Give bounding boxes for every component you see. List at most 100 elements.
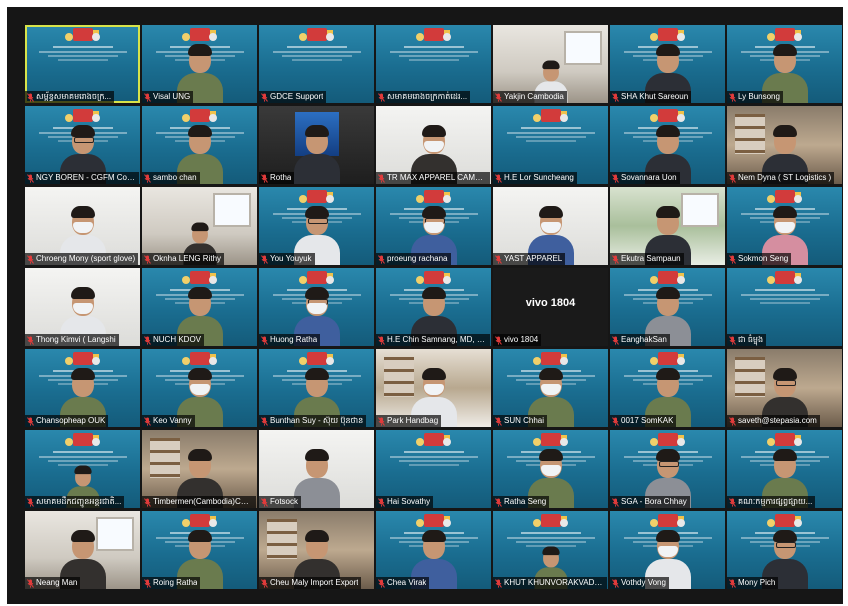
mic-muted-icon [612, 497, 619, 507]
participant-name-plate: KHUT KHUNVORAKVADH (G... [493, 577, 607, 589]
participant-tile[interactable]: H.E Lor Suncheang [493, 106, 608, 184]
participant-name-plate: Ekutra Sampaun [610, 253, 684, 265]
participant-tile[interactable]: Rotha [259, 106, 374, 184]
participant-tile[interactable]: Mony Pich [727, 511, 842, 589]
video-grid-window: សម្ព័ន្ធសមាគមរោងចក្រ... Visal UNG GDCE Sup… [7, 7, 843, 604]
participant-tile[interactable]: Timbermen(Cambodia)Co.,Ltd [142, 430, 257, 508]
participant-name-plate: សមាគមដឹកជញ្ជូនអន្តរជាតិ... [25, 496, 125, 508]
participant-tile[interactable]: Fotsock [259, 430, 374, 508]
participant-name: Vothdy Vong [621, 578, 666, 587]
participant-tile[interactable]: GDCE Support [259, 25, 374, 103]
participant-tile[interactable]: NGY BOREN - CGFM Co., Ltd [25, 106, 140, 184]
participant-tile[interactable]: Chroeng Mony (sport glove) [25, 187, 140, 265]
participant-name-plate: Ly Bunsong [727, 91, 783, 103]
participant-name-center: vivo 1804 [525, 297, 576, 309]
bookshelf [150, 438, 180, 478]
participant-tile[interactable]: KHUT KHUNVORAKVADH (G... [493, 511, 608, 589]
participant-tile[interactable]: vivo 1804 vivo 1804 [493, 268, 608, 346]
participant-name: Hai Sovathy [387, 497, 431, 506]
participant-tile[interactable]: Bunthan Suy - ស៊ុយ ប៊ុនថាន [259, 349, 374, 427]
participant-tile[interactable]: Sovannara Uon [610, 106, 725, 184]
participant-tile[interactable]: សមាគមដឹកជញ្ជូនអន្តរជាតិ... [25, 430, 140, 508]
mic-muted-icon [378, 92, 385, 102]
participant-tile[interactable]: SUN Chhai [493, 349, 608, 427]
bookshelf [384, 357, 414, 397]
participant-tile[interactable]: Vothdy Vong [610, 511, 725, 589]
participant-name-plate: Mony Pich [727, 577, 779, 589]
participant-tile[interactable]: Visal UNG [142, 25, 257, 103]
participant-name: KHUT KHUNVORAKVADH (G... [504, 578, 604, 587]
participant-name-plate: YAST APPAREL [493, 253, 566, 265]
mic-muted-icon [495, 92, 502, 102]
mic-muted-icon [378, 335, 385, 345]
participant-name: Ly Bunsong [738, 92, 780, 101]
participant-name-plate: H.E Lor Suncheang [493, 172, 577, 184]
participant-name: Rotha [270, 173, 292, 182]
participant-name: saveth@stepasia.com [738, 416, 817, 425]
participant-name-plate: Bunthan Suy - ស៊ុយ ប៊ុនថាន [259, 415, 367, 427]
participant-tile[interactable]: សម្ព័ន្ធសមាគមរោងចក្រ... [25, 25, 140, 103]
participant-name-plate: Neang Man [25, 577, 81, 589]
mic-muted-icon [261, 578, 268, 588]
participant-name: Chroeng Mony (sport glove) [36, 254, 136, 263]
participant-tile[interactable]: Ratha Seng [493, 430, 608, 508]
mic-muted-icon [612, 92, 619, 102]
participant-name-plate: Roing Ratha [142, 577, 201, 589]
bookshelf [735, 114, 765, 154]
mic-muted-icon [27, 335, 34, 345]
participant-tile[interactable]: Yakjin Cambodia [493, 25, 608, 103]
participant-tile[interactable]: Chansopheap OUK [25, 349, 140, 427]
participant-tile[interactable]: saveth@stepasia.com [727, 349, 842, 427]
participant-tile[interactable]: proeung rachana [376, 187, 491, 265]
participant-tile[interactable]: គណៈកម្មការផ្សព្វផ្សាយ... [727, 430, 842, 508]
participant-name: ជា ធំម្ចុង [738, 335, 764, 344]
participant-tile[interactable]: Chea Virak [376, 511, 491, 589]
participant-tile[interactable]: ជា ធំម្ចុង [727, 268, 842, 346]
participant-name-plate: Timbermen(Cambodia)Co.,Ltd [142, 496, 256, 508]
window [564, 31, 602, 65]
participant-name-plate: NGY BOREN - CGFM Co., Ltd [25, 172, 139, 184]
participant-name: SUN Chhai [504, 416, 545, 425]
participant-name: Nem Dyna ( ST Logistics ) [738, 173, 832, 182]
participant-name-plate: ជា ធំម្ចុង [727, 334, 767, 346]
participant-tile[interactable]: Oknha LENG Rithy [142, 187, 257, 265]
participant-tile[interactable]: Thong Kimvi ( Langshi [25, 268, 140, 346]
mic-muted-icon [27, 416, 34, 426]
participant-tile[interactable]: Roing Ratha [142, 511, 257, 589]
participant-tile[interactable]: SHA Khut Sareoun [610, 25, 725, 103]
participant-name: sambo chan [153, 173, 197, 182]
participant-name-plate: Thong Kimvi ( Langshi [25, 334, 119, 346]
participant-tile[interactable]: Sokmon Seng [727, 187, 842, 265]
participant-tile[interactable]: Nem Dyna ( ST Logistics ) [727, 106, 842, 184]
mic-muted-icon [144, 335, 151, 345]
participant-tile[interactable]: Neang Man [25, 511, 140, 589]
participant-name-plate: Hai Sovathy [376, 496, 434, 508]
participant-tile[interactable]: 0017 SomKAK [610, 349, 725, 427]
participant-tile[interactable]: Keo Vanny [142, 349, 257, 427]
participant-name: NUCH KDOV [153, 335, 202, 344]
participant-name-plate: Yakjin Cambodia [493, 91, 567, 103]
participant-tile[interactable]: TR MAX APPAREL CAMBODIA [376, 106, 491, 184]
participant-tile[interactable]: SGA - Bora Chhay [610, 430, 725, 508]
participant-tile[interactable]: EanghakSan [610, 268, 725, 346]
participant-tile[interactable]: sambo chan [142, 106, 257, 184]
participant-tile[interactable]: Ekutra Sampaun [610, 187, 725, 265]
participant-tile[interactable]: Park Handbag [376, 349, 491, 427]
mic-muted-icon [495, 335, 502, 345]
participant-grid: សម្ព័ន្ធសមាគមរោងចក្រ... Visal UNG GDCE Sup… [25, 25, 842, 589]
participant-name-plate: vivo 1804 [493, 334, 542, 346]
mic-muted-icon [144, 497, 151, 507]
participant-tile[interactable]: Hai Sovathy [376, 430, 491, 508]
participant-tile[interactable]: សមាគមរោងចក្រកាត់ដេរ... [376, 25, 491, 103]
participant-tile[interactable]: Ly Bunsong [727, 25, 842, 103]
participant-tile[interactable]: Cheu Maly Import Export [259, 511, 374, 589]
participant-tile[interactable]: You Youyuk [259, 187, 374, 265]
mic-muted-icon [27, 578, 34, 588]
participant-name-plate: TR MAX APPAREL CAMBODIA [376, 172, 490, 184]
participant-name-plate: saveth@stepasia.com [727, 415, 820, 427]
participant-tile[interactable]: NUCH KDOV [142, 268, 257, 346]
participant-tile[interactable]: H.E Chin Samnang, MD, MPH [376, 268, 491, 346]
participant-tile[interactable]: Huong Ratha [259, 268, 374, 346]
participant-tile[interactable]: YAST APPAREL [493, 187, 608, 265]
participant-name: Sovannara Uon [621, 173, 677, 182]
